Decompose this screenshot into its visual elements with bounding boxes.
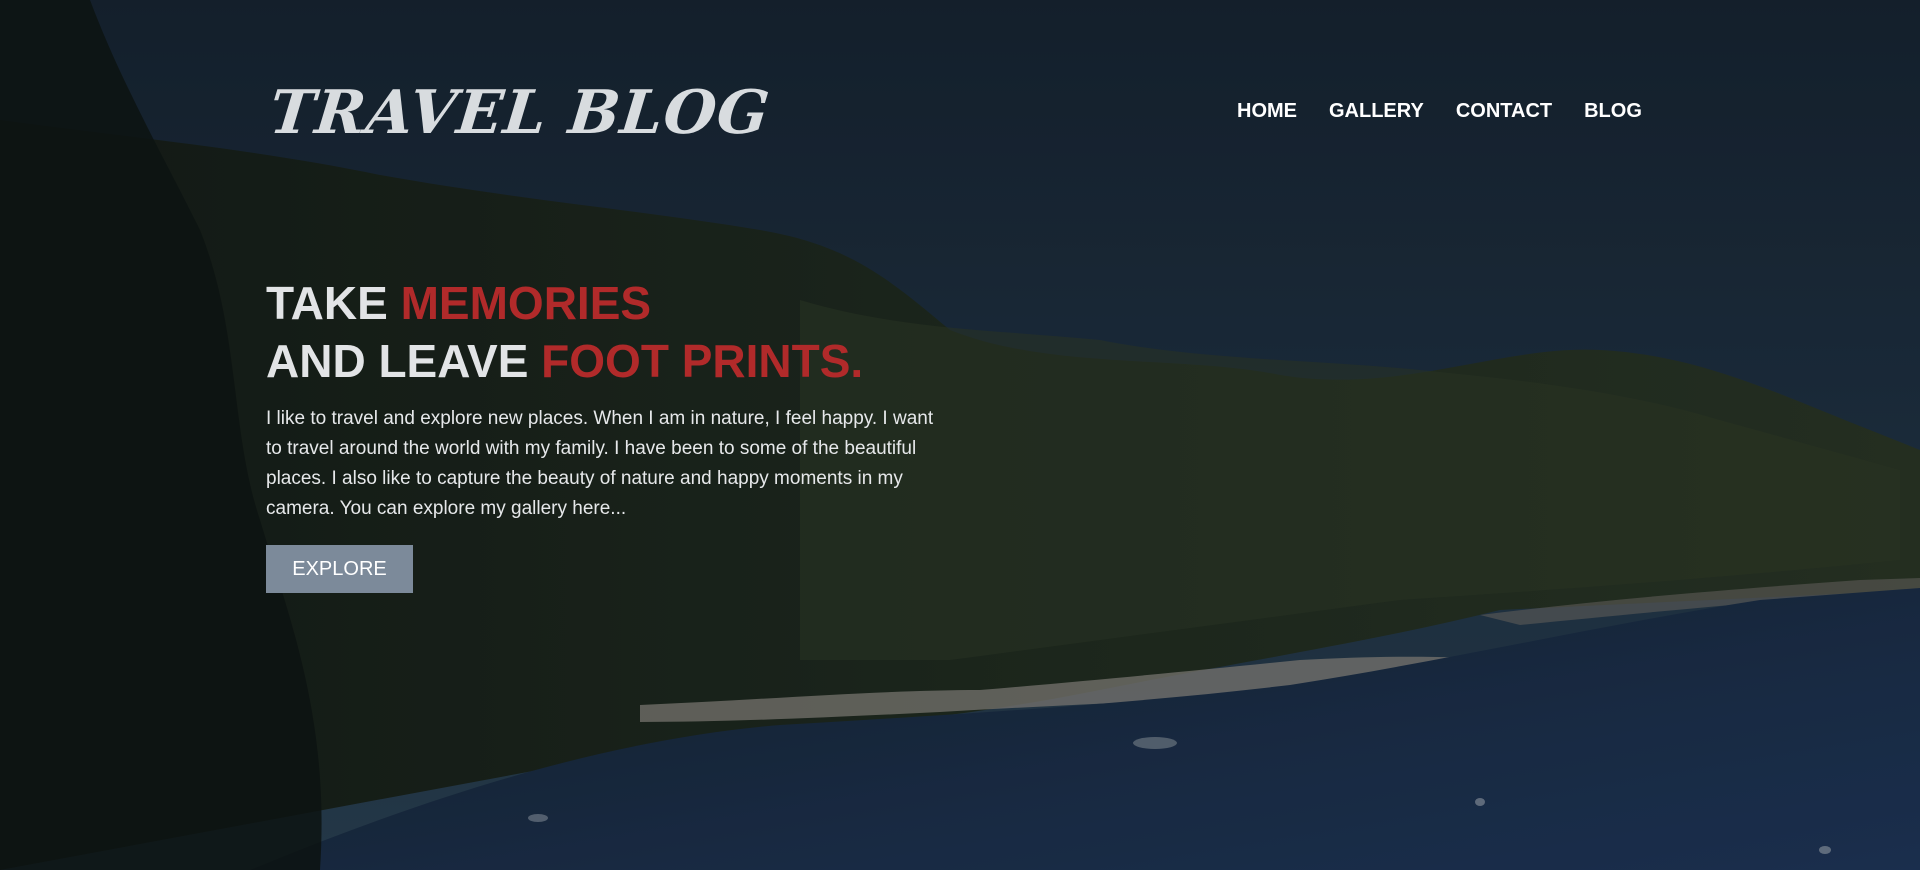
- headline-line2-accent: FOOT PRINTS.: [541, 335, 864, 387]
- nav-link-home[interactable]: HOME: [1237, 100, 1297, 122]
- nav-item-gallery: GALLERY: [1329, 100, 1424, 123]
- hero-section: TRAVEL BLOG HOME GALLERY CONTACT BLOG TA…: [0, 0, 1920, 870]
- hero-headline: TAKE MEMORIES AND LEAVE FOOT PRINTS.: [266, 274, 863, 390]
- main-nav: HOME GALLERY CONTACT BLOG: [1237, 100, 1674, 123]
- headline-line1-accent: MEMORIES: [400, 277, 652, 329]
- hero-description: I like to travel and explore new places.…: [266, 408, 934, 519]
- headline-line1-plain: TAKE: [266, 277, 401, 329]
- nav-item-home: HOME: [1237, 100, 1297, 123]
- nav-item-contact: CONTACT: [1456, 100, 1552, 123]
- explore-button[interactable]: EXPLORE: [266, 545, 413, 593]
- nav-link-contact[interactable]: CONTACT: [1456, 100, 1552, 122]
- nav-link-blog[interactable]: BLOG: [1584, 100, 1642, 122]
- site-logo[interactable]: TRAVEL BLOG: [266, 78, 773, 148]
- headline-line2-plain: AND LEAVE: [266, 335, 542, 387]
- nav-item-blog: BLOG: [1584, 100, 1642, 123]
- nav-link-gallery[interactable]: GALLERY: [1329, 100, 1424, 122]
